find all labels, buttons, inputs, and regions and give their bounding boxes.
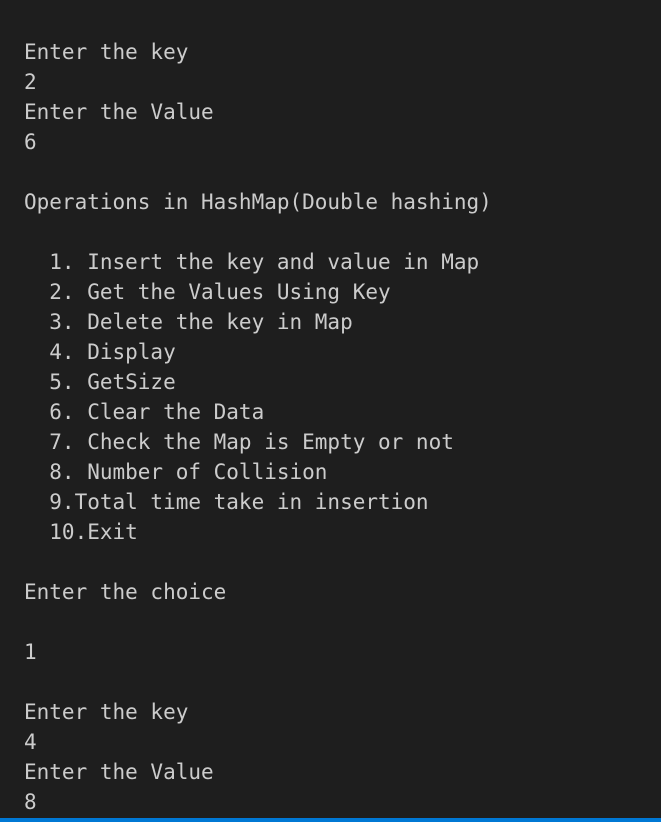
prompt-enter-key: Enter the key (24, 40, 189, 64)
menu-option-insert: 1. Insert the key and value in Map (24, 250, 480, 274)
prompt-enter-choice: Enter the choice (24, 580, 227, 604)
prompt-enter-value: Enter the Value (24, 760, 214, 784)
menu-title: Operations in HashMap(Double hashing) (24, 190, 492, 214)
menu-option-getsize: 5. GetSize (24, 370, 176, 394)
input-value: 6 (24, 130, 37, 154)
input-value: 8 (24, 790, 37, 814)
menu-option-display: 4. Display (24, 340, 176, 364)
prompt-enter-key: Enter the key (24, 700, 189, 724)
menu-option-clear: 6. Clear the Data (24, 400, 265, 424)
terminal-output[interactable]: Enter the key 2 Enter the Value 6 Operat… (0, 0, 661, 822)
menu-option-collisions: 8. Number of Collision (24, 460, 328, 484)
menu-option-get: 2. Get the Values Using Key (24, 280, 391, 304)
menu-option-check-empty: 7. Check the Map is Empty or not (24, 430, 454, 454)
input-key-value: 2 (24, 70, 37, 94)
panel-bottom-border (0, 818, 661, 822)
menu-option-delete: 3. Delete the key in Map (24, 310, 353, 334)
menu-option-insertion-time: 9.Total time take in insertion (24, 490, 429, 514)
prompt-enter-value: Enter the Value (24, 100, 214, 124)
menu-option-exit: 10.Exit (24, 520, 138, 544)
input-key-value: 4 (24, 730, 37, 754)
input-choice: 1 (24, 640, 37, 664)
